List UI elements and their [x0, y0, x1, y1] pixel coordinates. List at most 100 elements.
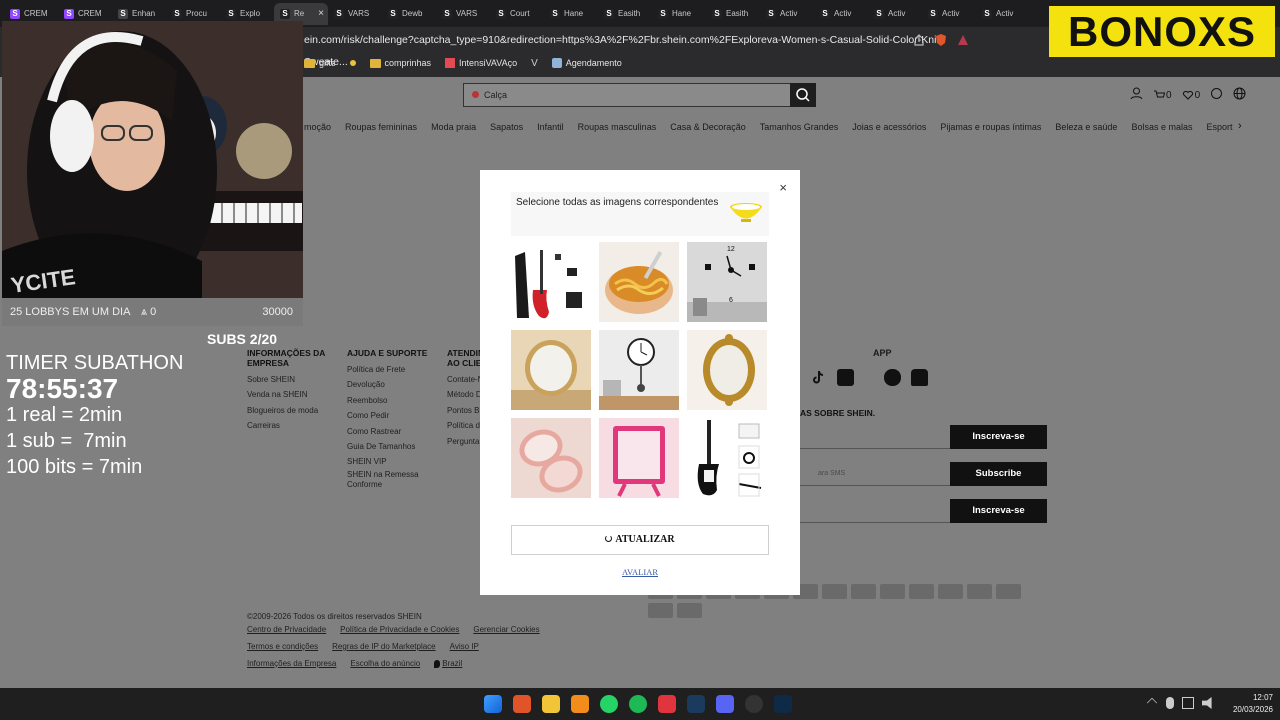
browser-tab[interactable]: S Hane	[652, 3, 706, 25]
spotify-icon[interactable]	[629, 695, 647, 713]
region-link[interactable]: Brazil	[434, 659, 462, 668]
clock[interactable]: 12:07 20/03/2026	[1223, 692, 1273, 716]
steam-icon[interactable]	[687, 695, 705, 713]
bookmark-intensivavaco[interactable]: IntensiVAVAço	[445, 58, 517, 68]
captcha-image-pink-mirror[interactable]	[599, 418, 679, 498]
browser-tab[interactable]: S Activ	[814, 3, 868, 25]
android-icon[interactable]	[911, 369, 928, 386]
browser-tab[interactable]: S Activ	[976, 3, 1030, 25]
browser-tab[interactable]: S Activ	[922, 3, 976, 25]
category-nav-item[interactable]: Tamanhos Grandes	[760, 122, 839, 132]
share-icon[interactable]	[912, 33, 926, 47]
brave-browser-icon[interactable]	[513, 695, 531, 713]
captcha-image-round-mirror[interactable]	[511, 330, 591, 410]
email-field[interactable]	[800, 425, 950, 449]
riot-client-icon[interactable]	[658, 695, 676, 713]
category-nav-item[interactable]: Roupas femininas	[345, 122, 417, 132]
browser-tab[interactable]: S Court	[490, 3, 544, 25]
footer-link[interactable]: Carreiras	[247, 418, 332, 433]
verify-link[interactable]: AVALIAR	[480, 567, 800, 577]
category-nav-item[interactable]: Moda praia	[431, 122, 476, 132]
windows-start-icon[interactable]	[484, 695, 502, 713]
address-bar[interactable]: ein.com/risk/challenge?captcha_type=910&…	[300, 29, 980, 68]
footer-link[interactable]: Sobre SHEIN	[247, 372, 332, 387]
bookmark-gifts[interactable]: gifts	[304, 58, 336, 68]
cart-icon[interactable]: 0	[1153, 87, 1172, 103]
browser-tab[interactable]: S Easith	[598, 3, 652, 25]
legal-link[interactable]: Escolha do anúncio	[350, 659, 420, 668]
support-icon[interactable]	[1210, 87, 1223, 103]
obs-icon[interactable]	[745, 695, 763, 713]
browser-tab[interactable]: S Dewb	[382, 3, 436, 25]
footer-link[interactable]: Pontos B	[447, 403, 480, 418]
footer-link[interactable]: Como Rastrear	[347, 424, 442, 439]
linkedin-icon[interactable]	[837, 369, 854, 386]
captcha-image-compact-mirror[interactable]	[511, 418, 591, 498]
tiktok-icon[interactable]	[810, 369, 827, 386]
sms-field[interactable]: ara SMS	[800, 462, 950, 486]
captcha-image-pendulum-clock[interactable]	[599, 330, 679, 410]
legal-link[interactable]: Termos e condições	[247, 642, 318, 651]
legal-link[interactable]: Informações da Empresa	[247, 659, 336, 668]
browser-tab[interactable]: S Hane	[544, 3, 598, 25]
photoshop-icon[interactable]	[774, 695, 792, 713]
captcha-image-wall-clock[interactable]: 12 6	[687, 242, 767, 322]
brave-shield-icon[interactable]	[934, 33, 948, 47]
category-nav-item[interactable]: Roupas masculinas	[578, 122, 657, 132]
footer-link[interactable]: Guia De Tamanhos	[347, 439, 442, 454]
footer-link[interactable]: Blogueiros de moda	[247, 403, 332, 418]
captcha-image-ornate-mirror[interactable]	[687, 330, 767, 410]
captcha-image-noodle-bowl[interactable]	[599, 242, 679, 322]
legal-link[interactable]: Gerenciar Cookies	[473, 625, 539, 634]
search-button[interactable]	[790, 83, 816, 107]
close-icon[interactable]: ×	[779, 180, 787, 195]
sublime-icon[interactable]	[571, 695, 589, 713]
footer-link[interactable]: Venda na SHEIN	[247, 387, 332, 402]
footer-link[interactable]: Devolução	[347, 377, 442, 392]
legal-link[interactable]: Regras de IP do Marketplace	[332, 642, 435, 651]
network-icon[interactable]	[1182, 697, 1194, 709]
category-nav-item[interactable]: Pijamas e roupas íntimas	[940, 122, 1041, 132]
footer-link[interactable]: Política d	[447, 418, 480, 433]
category-nav-item[interactable]: Bolsas e malas	[1131, 122, 1192, 132]
captcha-image-guitar-kit[interactable]	[511, 242, 591, 322]
file-explorer-icon[interactable]	[542, 695, 560, 713]
browser-tab[interactable]: S Activ	[760, 3, 814, 25]
legal-link[interactable]: Política de Privacidade e Cookies	[340, 625, 459, 634]
footer-link[interactable]: Política de Frete	[347, 362, 442, 377]
whatsapp-icon[interactable]	[600, 695, 618, 713]
footer-link[interactable]: SHEIN na Remessa Conforme	[347, 470, 442, 490]
captcha-image-bass-guitar-kit[interactable]	[687, 418, 767, 498]
subscribe-sms-button[interactable]: Subscribe	[950, 462, 1047, 486]
category-nav-item[interactable]: Esport	[1206, 122, 1232, 132]
bookmark-v[interactable]: V	[531, 58, 538, 69]
category-nav-item[interactable]: Beleza e saúde	[1055, 122, 1117, 132]
footer-link[interactable]: SHEIN VIP	[347, 454, 442, 469]
discord-icon[interactable]	[716, 695, 734, 713]
footer-link[interactable]: Pergunta	[447, 434, 480, 449]
browser-tab[interactable]: S VARS	[436, 3, 490, 25]
microphone-icon[interactable]	[1166, 697, 1174, 709]
bookmark-comprinhas[interactable]: comprinhas	[369, 58, 431, 68]
brave-rewards-icon[interactable]	[956, 33, 970, 47]
footer-link[interactable]: Método D	[447, 387, 480, 402]
subscribe-whatsapp-button[interactable]: Inscreva-se	[950, 499, 1047, 523]
browser-tab[interactable]: S VARS	[328, 3, 382, 25]
category-nav-item[interactable]: Joias e acessórios	[852, 122, 926, 132]
whatsapp-field[interactable]	[800, 499, 950, 523]
user-icon[interactable]	[1130, 87, 1143, 103]
bookmark-agendamento[interactable]: Agendamento	[551, 58, 622, 68]
apple-icon[interactable]	[884, 369, 901, 386]
legal-link[interactable]: Centro de Privacidade	[247, 625, 326, 634]
category-nav-item[interactable]: Infantil	[537, 122, 564, 132]
browser-tab[interactable]: S Easith	[706, 3, 760, 25]
category-nav-item[interactable]: moção	[304, 122, 331, 132]
refresh-button[interactable]: ATUALIZAR	[511, 525, 769, 555]
globe-icon[interactable]	[1233, 87, 1246, 103]
volume-icon[interactable]	[1202, 697, 1212, 709]
footer-link[interactable]: Reembolso	[347, 393, 442, 408]
search-input[interactable]: Calça	[463, 83, 791, 107]
wishlist-icon[interactable]: 0	[1182, 87, 1200, 103]
chevron-up-icon[interactable]	[1146, 697, 1158, 709]
bookmark-dot[interactable]	[349, 60, 356, 66]
